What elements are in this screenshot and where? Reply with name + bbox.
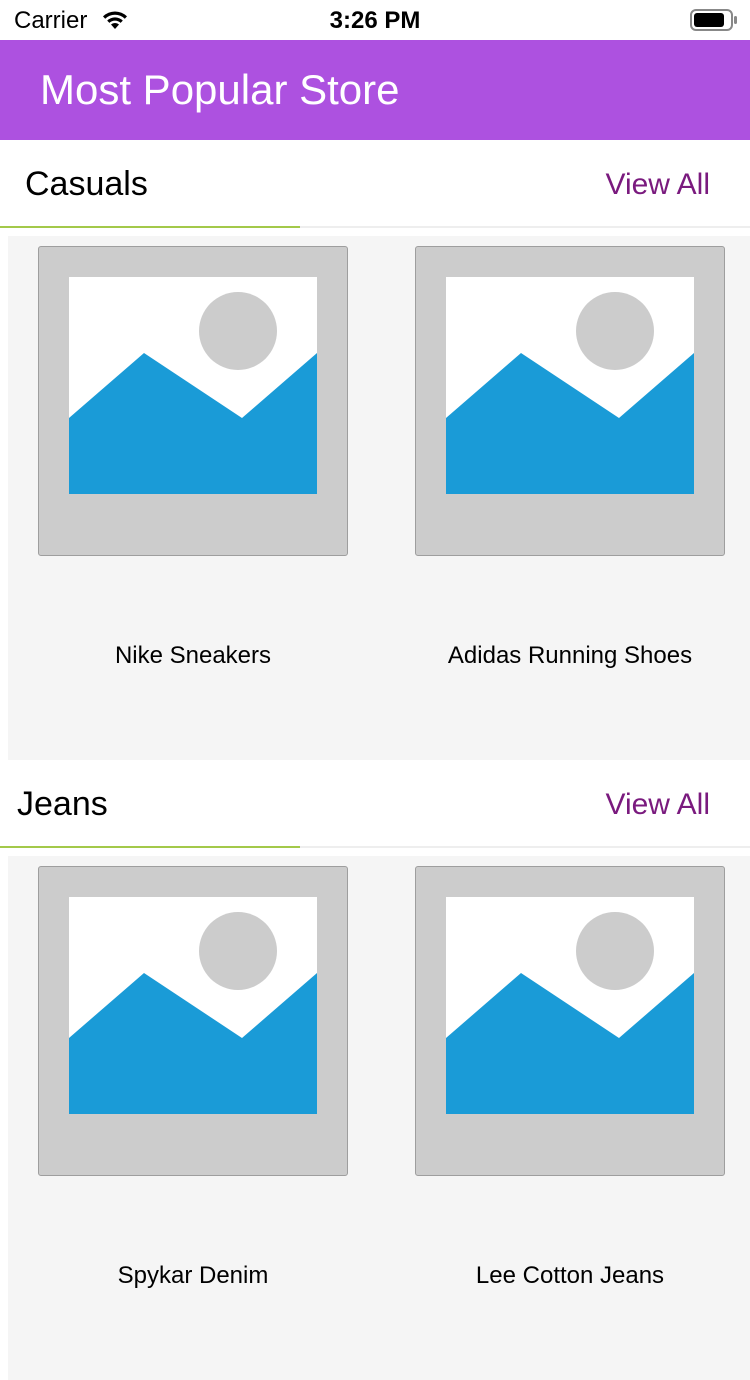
status-bar: Carrier 3:26 PM bbox=[0, 0, 750, 40]
view-all-button[interactable]: View All bbox=[605, 166, 710, 204]
page-title: Most Popular Store bbox=[40, 66, 400, 113]
section-title: Jeans bbox=[17, 785, 108, 823]
battery-icon bbox=[690, 9, 737, 31]
section-underline bbox=[0, 226, 300, 228]
product-name: Adidas Running Shoes bbox=[447, 642, 693, 669]
product-name: Lee Cotton Jeans bbox=[475, 1262, 665, 1289]
product-grid: Nike Sneakers Adidas Running Shoes bbox=[8, 236, 750, 760]
product-card[interactable]: Spykar Denim bbox=[38, 866, 348, 1289]
section-title: Casuals bbox=[25, 165, 148, 203]
product-card[interactable]: Lee Cotton Jeans bbox=[415, 866, 725, 1289]
image-placeholder-icon bbox=[415, 866, 725, 1176]
section-jeans: Jeans View All Spykar Denim Lee Cotton J… bbox=[0, 760, 750, 1380]
section-underline bbox=[0, 846, 300, 848]
image-placeholder-icon bbox=[415, 246, 725, 556]
product-card[interactable]: Nike Sneakers bbox=[38, 246, 348, 669]
section-header: Jeans View All bbox=[0, 760, 750, 848]
product-name: Spykar Denim bbox=[117, 1262, 269, 1289]
view-all-button[interactable]: View All bbox=[605, 786, 710, 824]
product-grid: Spykar Denim Lee Cotton Jeans bbox=[8, 856, 750, 1380]
image-placeholder-icon bbox=[38, 866, 348, 1176]
image-placeholder-icon bbox=[38, 246, 348, 556]
product-card[interactable]: Adidas Running Shoes bbox=[415, 246, 725, 669]
section-casuals: Casuals View All Nike Sneakers Adidas Ru… bbox=[0, 140, 750, 760]
status-time: 3:26 PM bbox=[329, 7, 421, 34]
section-header: Casuals View All bbox=[0, 140, 750, 228]
app-header: Most Popular Store bbox=[0, 40, 750, 140]
product-name: Nike Sneakers bbox=[114, 642, 272, 669]
